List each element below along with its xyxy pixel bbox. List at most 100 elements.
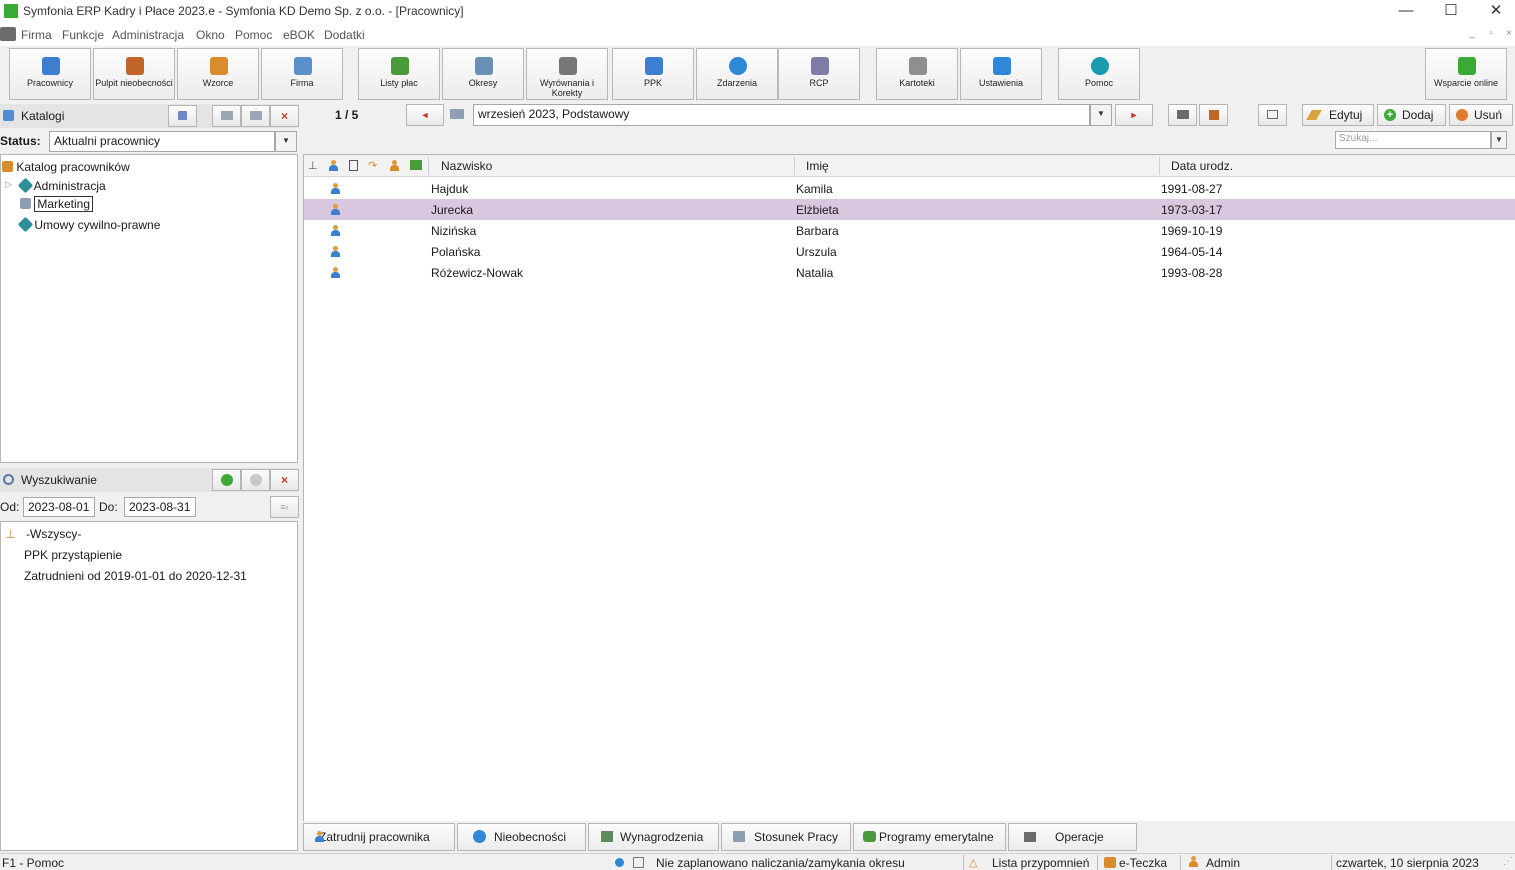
lock-button[interactable] [168,105,197,127]
search-item[interactable]: Zatrudnieni od 2019-01-01 do 2020-12-31 [24,569,247,583]
print-button[interactable] [1168,104,1197,126]
money-column-icon[interactable] [410,160,422,170]
tree-item-umowy[interactable]: Umowy cywilno-prawne [17,216,160,233]
table-row[interactable]: Nizińska Barbara 1969-10-19 [304,220,1515,241]
column-divider[interactable] [428,157,429,175]
maximize-button[interactable]: ☐ [1428,0,1474,24]
close-window-button[interactable]: ✕ [1473,0,1515,24]
events-globe-icon [729,57,747,75]
menu-administracja[interactable]: Administracja [112,28,184,42]
tree-root-label: Katalog pracowników [16,160,130,174]
table-row[interactable]: Różewicz-Nowak Natalia 1993-08-28 [304,262,1515,283]
period-select[interactable]: wrzesień 2023, Podstawowy [473,104,1090,126]
toolbar-button-listy-plac[interactable]: Listy płac [358,48,440,100]
toolbar-button-ustawienia[interactable]: Ustawienia [960,48,1042,100]
menu-funkcje[interactable]: Funkcje [62,28,104,42]
column-header-imie[interactable]: Imię [806,159,829,173]
column-divider[interactable] [1159,157,1160,175]
toolbar-button-pulpit-nieobecnosci[interactable]: Pulpit nieobecności [93,48,175,100]
toolbar-button-wzorce[interactable]: Wzorce [177,48,259,100]
toolbar-button-pomoc[interactable]: Pomoc [1058,48,1140,100]
column-divider[interactable] [794,157,795,175]
table-row[interactable]: Polańska Urszula 1964-05-14 [304,241,1515,262]
toolbar-button-firma[interactable]: Firma [261,48,343,100]
expand-icon[interactable]: ▷ [5,179,12,190]
reminders-link[interactable]: Lista przypomnień [992,856,1089,870]
add-button[interactable]: + Dodaj [1377,104,1446,126]
divider [1180,855,1181,870]
search-input[interactable]: Szukaj... [1335,131,1491,149]
delete-catalog-button[interactable]: × [270,105,299,127]
toolbar-button-ppk[interactable]: PPK [612,48,694,100]
divider [963,855,964,870]
person-column-icon[interactable] [329,160,339,171]
tab-wynagrodzenia[interactable]: Wynagrodzenia [588,823,719,851]
tab-nieobecnosci[interactable]: Nieobecności [457,823,586,851]
ppk-chart-icon [645,57,663,75]
toolbar-button-okresy[interactable]: Okresy [442,48,524,100]
filter-column-icon[interactable]: ⊥ [308,159,318,172]
remove-filter-button[interactable] [241,469,270,491]
resize-grip-icon[interactable]: ⋰ [1503,856,1513,867]
tab-programy-emerytalne[interactable]: Programy emerytalne [853,823,1006,851]
apply-range-button[interactable]: ≡› [270,496,299,518]
period-dropdown-button[interactable]: ▼ [1090,104,1112,126]
from-date-input[interactable]: 2023-08-01 [23,497,95,517]
document-column-icon[interactable] [349,160,358,171]
export-button[interactable] [1199,104,1228,126]
cell-data: 1964-05-14 [1161,245,1223,259]
tree-item-administracja[interactable]: Administracja [17,177,106,194]
mdi-restore-button[interactable]: ▫ [1483,28,1499,42]
plus-icon [220,474,233,486]
add-filter-button[interactable] [212,469,241,491]
toolbar-button-pracownicy[interactable]: Pracownicy [9,48,91,100]
menu-pomoc[interactable]: Pomoc [235,28,272,42]
hire-icon [315,831,325,842]
tree-item-marketing[interactable]: Marketing [20,196,94,212]
info-icon [473,830,486,843]
delete-button[interactable]: Usuń [1449,104,1513,126]
edit-button[interactable]: Edytuj [1302,104,1374,126]
table-row[interactable]: Hajduk Kamila 1991-08-27 [304,178,1515,199]
new-catalog-button[interactable] [212,105,241,127]
edit-catalog-button[interactable] [241,105,270,127]
tree-root[interactable]: Katalog pracowników [2,160,130,174]
mdi-system-icon[interactable] [0,27,16,41]
toolbar-button-wsparcie-online[interactable]: Wsparcie online [1425,48,1507,100]
toolbar-button-rcp[interactable]: RCP [778,48,860,100]
person-orange-column-icon[interactable] [390,160,400,171]
menu-okno[interactable]: Okno [196,28,225,42]
tab-stosunek-pracy[interactable]: Stosunek Pracy [721,823,851,851]
arrow-column-icon[interactable]: ↷ [368,159,377,172]
toolbar-button-wyrownania-korekty[interactable]: Wyrównania i Korekty [526,48,608,100]
status-dropdown-button[interactable]: ▼ [275,131,297,152]
search-item[interactable]: PPK przystąpienie [24,548,122,562]
menu-ebok[interactable]: eBOK [283,28,315,42]
eteczka-link[interactable]: e-Teczka [1119,856,1167,870]
to-date-input[interactable]: 2023-08-31 [124,497,196,517]
mdi-close-button[interactable]: × [1501,28,1515,42]
close-search-button[interactable]: × [270,469,299,491]
search-options-button[interactable]: ▼ [1491,131,1507,149]
toolbar-button-zdarzenia[interactable]: Zdarzenia [696,48,778,100]
mdi-minimize-button[interactable]: _ [1464,28,1480,42]
column-header-data[interactable]: Data urodz. [1171,159,1233,173]
menu-firma[interactable]: Firma [21,28,52,42]
period-status[interactable]: Nie zaplanowano naliczania/zamykania okr… [656,856,905,870]
minus-icon [249,474,262,486]
view-button[interactable] [1258,104,1287,126]
toolbar-button-kartoteki[interactable]: Kartoteki [876,48,958,100]
tab-label: Wynagrodzenia [620,830,704,844]
menu-dodatki[interactable]: Dodatki [324,28,365,42]
next-period-button[interactable]: ► [1115,104,1153,126]
column-header-nazwisko[interactable]: Nazwisko [441,159,492,173]
search-item[interactable]: -Wszyscy- [26,527,81,541]
printer-icon [1176,110,1189,119]
table-row[interactable]: Jurecka Elżbieta 1973-03-17 [304,199,1515,220]
tab-zatrudnij[interactable]: Zatrudnij pracownika [303,823,455,851]
prev-period-button[interactable]: ◄ [406,104,444,126]
tab-operacje[interactable]: Operacje [1008,823,1137,851]
help-hint: F1 - Pomoc [2,856,65,870]
status-select[interactable]: Aktualni pracownicy [49,131,275,152]
minimize-button[interactable]: — [1383,0,1429,24]
